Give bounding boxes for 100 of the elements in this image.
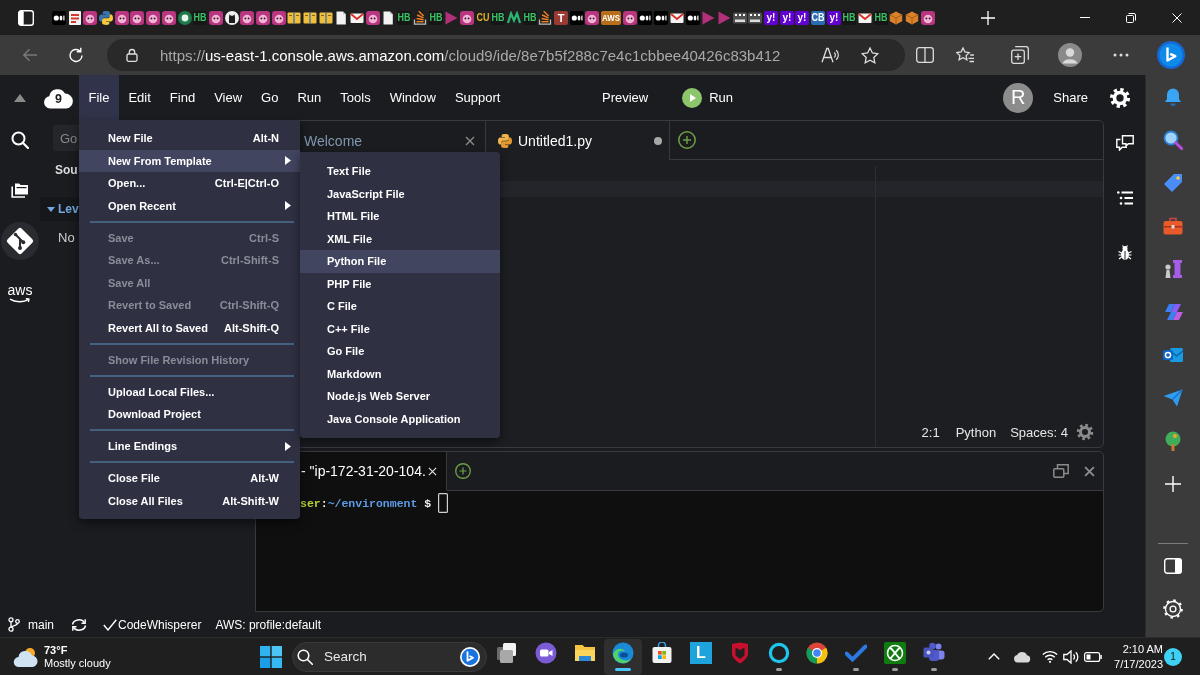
- silhouette-favicon-icon[interactable]: [224, 10, 239, 25]
- menu-item[interactable]: Find: [160, 75, 205, 120]
- ring-favicon-icon[interactable]: [177, 10, 192, 25]
- more-icon[interactable]: [1113, 53, 1129, 57]
- cursor-position[interactable]: 2:1: [921, 424, 940, 440]
- dots-favicon-icon[interactable]: [654, 10, 669, 25]
- letter-favicon[interactable]: y!: [779, 10, 794, 25]
- menu-item[interactable]: View: [204, 75, 252, 120]
- dots-favicon-icon[interactable]: [685, 10, 700, 25]
- letter-favicon[interactable]: AWS: [601, 10, 622, 25]
- face-favicon-icon[interactable]: [365, 10, 380, 25]
- face-favicon-icon[interactable]: [83, 10, 98, 25]
- aws-logo[interactable]: aws: [7, 284, 33, 303]
- menu-item[interactable]: File: [79, 75, 119, 120]
- menu-item[interactable]: Go: [251, 75, 288, 120]
- letter-favicon[interactable]: T: [554, 10, 568, 25]
- face-favicon-icon[interactable]: [271, 10, 286, 25]
- lock-icon[interactable]: [126, 48, 138, 62]
- cloud-icon[interactable]: [1013, 650, 1032, 663]
- letter-favicon[interactable]: HB: [491, 10, 506, 25]
- stacked-bars-icon[interactable]: [538, 10, 553, 25]
- run-button[interactable]: Run: [682, 82, 734, 113]
- editor-tab[interactable]: Welcome: [300, 125, 485, 156]
- letter-favicon[interactable]: CB: [811, 10, 825, 25]
- menu-item[interactable]: Download Project: [79, 403, 300, 426]
- face-favicon-icon[interactable]: [161, 10, 176, 25]
- favorites-icon[interactable]: [956, 47, 974, 63]
- bug-icon[interactable]: [1117, 245, 1132, 261]
- menu-item[interactable]: JavaScript File: [300, 182, 500, 205]
- vertical-tabs-icon[interactable]: [18, 9, 34, 26]
- face-favicon-icon[interactable]: [130, 10, 145, 25]
- taskbar-button[interactable]: [604, 638, 643, 675]
- zigzag-icon[interactable]: [506, 10, 521, 25]
- paper-plane-icon[interactable]: [1163, 387, 1183, 408]
- add-circle-icon[interactable]: [678, 131, 696, 149]
- caret-icon[interactable]: [47, 205, 55, 213]
- menu-item[interactable]: Revert All to Saved Alt-Shift-Q: [79, 316, 300, 339]
- caret-up-icon[interactable]: [14, 93, 26, 102]
- book-icon[interactable]: [287, 10, 302, 25]
- dots-favicon-icon[interactable]: [52, 10, 66, 25]
- face-favicon-icon[interactable]: [459, 10, 474, 25]
- codewhisperer-status[interactable]: CodeWhisperer: [118, 617, 202, 632]
- menu-item[interactable]: New File Alt-N: [79, 127, 300, 150]
- start-icon[interactable]: [260, 645, 282, 668]
- add-circle-icon[interactable]: [454, 463, 471, 479]
- menu-item[interactable]: XML File: [300, 227, 500, 250]
- menu-item[interactable]: Line Endings: [79, 435, 300, 458]
- branch-name[interactable]: main: [28, 617, 54, 632]
- search-icon[interactable]: [11, 131, 29, 149]
- aws-profile[interactable]: AWS: profile:default: [215, 617, 321, 632]
- envelope-icon[interactable]: [669, 10, 684, 25]
- menu-item[interactable]: HTML File: [300, 205, 500, 228]
- menu-item[interactable]: Markdown: [300, 362, 500, 385]
- bell-icon[interactable]: [1163, 86, 1183, 107]
- restore-windows-icon[interactable]: [1053, 464, 1069, 478]
- share-button[interactable]: Share: [1053, 82, 1088, 113]
- letter-favicon[interactable]: CU: [475, 10, 490, 25]
- chevron-up-icon[interactable]: [988, 653, 1001, 660]
- film-strip-icon[interactable]: [732, 10, 747, 25]
- letter-favicon[interactable]: HB: [842, 10, 857, 25]
- menu-item[interactable]: Support: [445, 75, 510, 120]
- branch-icon[interactable]: [8, 617, 20, 632]
- menu-item[interactable]: Window: [380, 75, 446, 120]
- envelope-icon[interactable]: [350, 10, 365, 25]
- menu-item[interactable]: Java Console Application: [300, 407, 500, 430]
- menu-item[interactable]: Open... Ctrl-E|Ctrl-O: [79, 172, 300, 195]
- menu-item[interactable]: Close File Alt-W: [79, 467, 300, 490]
- menu-item[interactable]: Text File: [300, 160, 500, 183]
- notification-count[interactable]: 1: [1164, 647, 1182, 666]
- weather-widget[interactable]: 73°F Mostly cloudy: [0, 638, 150, 675]
- face-favicon-icon[interactable]: [240, 10, 255, 25]
- cube-icon[interactable]: [889, 10, 904, 25]
- split-screen-icon[interactable]: [916, 47, 934, 63]
- letter-favicon[interactable]: HB: [428, 10, 443, 25]
- face-favicon-icon[interactable]: [208, 10, 223, 25]
- face-favicon-icon[interactable]: [114, 10, 129, 25]
- preview-button[interactable]: Preview: [593, 82, 657, 113]
- cube-icon[interactable]: [905, 10, 920, 25]
- menu-item[interactable]: C File: [300, 295, 500, 318]
- cloud-logo[interactable]: 9: [43, 86, 73, 109]
- chat-logo-icon[interactable]: [1157, 41, 1185, 69]
- wifi-icon[interactable]: [1042, 650, 1059, 663]
- chat-bubbles-icon[interactable]: [1115, 135, 1134, 151]
- sidebar-panel-icon[interactable]: [1164, 557, 1182, 574]
- menu-item[interactable]: Upload Local Files...: [79, 380, 300, 403]
- menu-item[interactable]: Run: [287, 75, 331, 120]
- layered-logo-icon[interactable]: [1163, 301, 1183, 322]
- read-aloud-icon[interactable]: [821, 47, 839, 63]
- menu-item[interactable]: Open Recent: [79, 194, 300, 217]
- letter-favicon[interactable]: y!: [826, 10, 841, 25]
- dots-favicon-icon[interactable]: [569, 10, 584, 25]
- menu-item[interactable]: Node.js Web Server: [300, 385, 500, 408]
- menu-item[interactable]: Python File: [300, 250, 500, 273]
- face-favicon-icon[interactable]: [146, 10, 161, 25]
- letter-favicon[interactable]: HB: [873, 10, 888, 25]
- editor-tab[interactable]: Untitled1.py: [485, 121, 670, 160]
- face-favicon-icon[interactable]: [585, 10, 600, 25]
- new-tab-icon[interactable]: [980, 10, 995, 25]
- tree-icon[interactable]: [1163, 430, 1183, 451]
- film-strip-icon[interactable]: [748, 10, 763, 25]
